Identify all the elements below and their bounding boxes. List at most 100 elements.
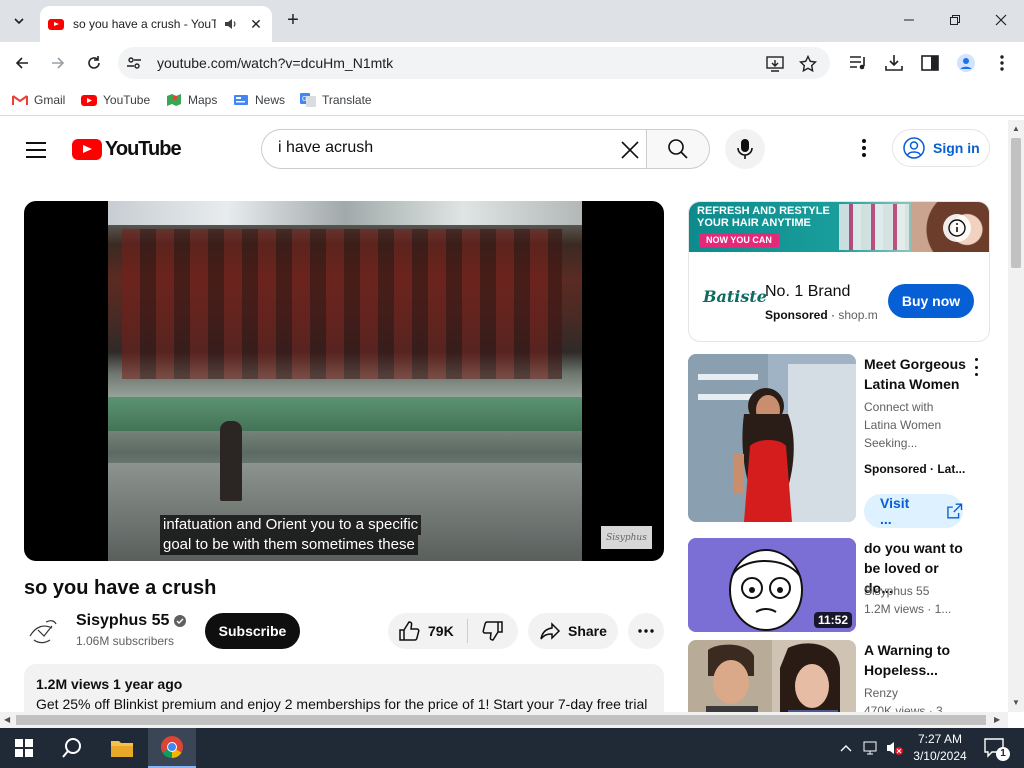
tab-title: so you have a crush - YouTube (73, 17, 216, 31)
taskbar-search-button[interactable] (48, 728, 96, 768)
ad-banner[interactable]: REFRESH AND RESTYLE YOUR HAIR ANYTIME NO… (689, 202, 989, 252)
horizontal-scroll-thumb[interactable] (16, 715, 986, 725)
subscriber-count: 1.06M subscribers (76, 634, 175, 648)
recommendation-thumbnail[interactable]: 11:52 (688, 538, 856, 632)
taskbar-clock[interactable]: 7:27 AM 3/10/2024 (908, 731, 972, 765)
notification-center-button[interactable]: 1 (980, 728, 1010, 768)
recommendation-thumbnail[interactable] (688, 354, 856, 522)
new-tab-button[interactable]: + (282, 9, 304, 31)
bookmark-news[interactable]: News (233, 92, 285, 108)
news-icon (234, 95, 248, 105)
video-player[interactable]: infatuation and Orient you to a specific… (24, 201, 664, 561)
voice-search-button[interactable] (725, 129, 765, 169)
bookmark-label: Translate (322, 93, 372, 107)
tab-search-button[interactable] (6, 8, 32, 34)
active-tab[interactable]: so you have a crush - YouTube ✕ (40, 6, 272, 42)
bookmark-star-icon[interactable] (799, 55, 817, 73)
recommendation-thumbnail[interactable] (688, 640, 856, 712)
site-info-icon[interactable] (126, 55, 142, 71)
recommendation-channel: Renzy (864, 686, 899, 700)
horizontal-scrollbar[interactable]: ◀ ▶ (0, 712, 1008, 728)
bookmark-youtube[interactable]: YouTube (81, 92, 150, 108)
search-button[interactable] (646, 129, 710, 169)
side-panel-icon[interactable] (920, 54, 940, 72)
file-explorer-button[interactable] (98, 728, 146, 768)
dot (862, 152, 866, 157)
like-dislike-group: 79K (388, 613, 518, 649)
chrome-icon (161, 736, 183, 758)
recommended-video-item[interactable]: A Warning to Hopeless... Renzy 470K view… (688, 640, 990, 712)
bookmarks-bar: Gmail YouTube Maps News G Translate (0, 84, 1024, 116)
search-icon (668, 139, 688, 159)
speaker-muted-icon (887, 742, 903, 755)
back-button[interactable] (9, 50, 35, 76)
bookmark-translate[interactable]: G Translate (300, 92, 372, 108)
sponsored-ad-card[interactable]: REFRESH AND RESTYLE YOUR HAIR ANYTIME NO… (688, 201, 990, 342)
vertical-scrollbar[interactable]: ▲ ▼ (1008, 120, 1024, 712)
ad-info-button[interactable] (943, 214, 971, 242)
recommendation-menu-icon[interactable] (970, 358, 982, 376)
share-icon (540, 622, 561, 640)
channel-watermark[interactable]: Sisyphus (601, 526, 652, 549)
volume-control[interactable] (884, 728, 906, 768)
dislike-button[interactable] (468, 613, 518, 649)
forward-button[interactable] (45, 50, 71, 76)
minimize-button[interactable] (886, 0, 932, 40)
youtube-logo[interactable]: YouTube (72, 138, 182, 160)
caption-line: goal to be with them sometimes these (160, 535, 418, 555)
bookmark-gmail[interactable]: Gmail (12, 92, 65, 108)
reload-button[interactable] (81, 50, 107, 76)
youtube-page: YouTube Sign in infatuation and Orient y… (0, 120, 1008, 712)
vertical-scroll-thumb[interactable] (1011, 138, 1021, 268)
recommendation-title[interactable]: A Warning to Hopeless... (864, 640, 968, 680)
address-bar[interactable]: youtube.com/watch?v=dcuHm_N1mtk (118, 47, 830, 79)
recommended-ad-item[interactable]: Meet Gorgeous Latina Women Connect with … (688, 354, 990, 528)
channel-avatar[interactable] (24, 610, 64, 650)
video-frame (108, 201, 582, 561)
recommendation-desc: Seeking... (864, 436, 918, 450)
scroll-down-icon[interactable]: ▼ (1012, 698, 1020, 707)
description-box[interactable]: 1.2M views 1 year ago Get 25% off Blinki… (24, 664, 664, 712)
scroll-left-icon[interactable]: ◀ (4, 715, 10, 724)
start-button[interactable] (0, 728, 48, 768)
video-scene-counter (108, 397, 582, 431)
more-actions-button[interactable] (628, 613, 664, 649)
ad-brand-logo: Batiste (703, 287, 767, 306)
buy-now-button[interactable]: Buy now (888, 284, 974, 318)
like-button[interactable]: 79K (388, 613, 467, 649)
thumbs-up-icon (399, 621, 420, 641)
share-button[interactable]: Share (528, 613, 618, 649)
show-hidden-icons-button[interactable] (836, 728, 856, 768)
translate-icon: G (300, 93, 316, 107)
verified-badge-icon (174, 615, 187, 627)
settings-more-icon[interactable] (854, 138, 874, 158)
chevron-down-icon (14, 18, 24, 25)
bookmark-maps[interactable]: Maps (166, 92, 217, 108)
subscribe-button[interactable]: Subscribe (205, 613, 300, 649)
profile-icon[interactable] (956, 54, 976, 72)
clear-search-icon[interactable] (620, 140, 640, 160)
download-icon[interactable] (884, 54, 904, 72)
window-close-button[interactable] (978, 0, 1024, 40)
recommended-video-item[interactable]: 11:52 do you want to be loved or do... S… (688, 538, 990, 632)
chrome-menu-icon[interactable] (992, 54, 1012, 72)
browser-toolbar: youtube.com/watch?v=dcuHm_N1mtk (0, 42, 1024, 84)
media-controls-icon[interactable] (848, 54, 868, 72)
visit-site-button[interactable]: Visit ... (864, 494, 963, 528)
hamburger-menu-icon[interactable] (24, 140, 48, 160)
speaker-icon[interactable] (224, 17, 238, 31)
sign-in-button[interactable]: Sign in (892, 129, 990, 167)
youtube-play-icon (72, 138, 102, 160)
network-status[interactable] (860, 728, 882, 768)
tab-close-icon[interactable]: ✕ (248, 16, 264, 32)
scroll-up-icon[interactable]: ▲ (1012, 124, 1020, 133)
scroll-right-icon[interactable]: ▶ (994, 715, 1000, 724)
channel-name[interactable]: Sisyphus 55 (76, 612, 187, 630)
install-app-icon[interactable] (766, 55, 784, 73)
visit-label: Visit ... (880, 495, 910, 527)
restore-button[interactable] (932, 0, 978, 40)
recommendation-title[interactable]: Meet Gorgeous Latina Women (864, 354, 968, 394)
dot (862, 145, 866, 150)
search-input[interactable] (278, 139, 598, 157)
chrome-taskbar-button[interactable] (148, 728, 196, 768)
